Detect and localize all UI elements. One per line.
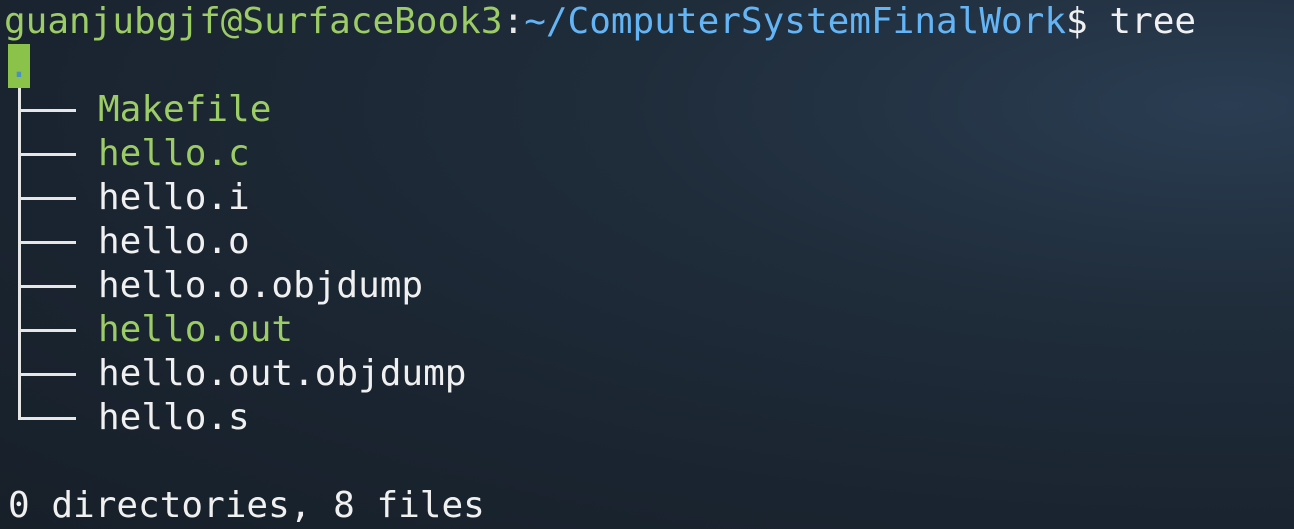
file-name: Makefile [98, 89, 272, 130]
tree-branch-line [18, 417, 76, 420]
prompt-command: tree [1087, 1, 1197, 42]
file-name: hello.i [98, 177, 250, 218]
prompt-dollar: $ [1066, 1, 1088, 42]
tree-branch-line [18, 241, 76, 244]
tree-branch-line [18, 329, 76, 332]
tree-summary: 0 directories, 8 files [8, 485, 485, 526]
file-name: hello.out.objdump [98, 353, 467, 394]
prompt-colon: : [502, 1, 525, 42]
prompt-user-host: guanjubgjf@SurfaceBook3 [4, 1, 503, 42]
tree-root-dot: . [8, 44, 30, 88]
file-name: hello.s [98, 397, 250, 438]
tree-branch-line [18, 197, 76, 200]
prompt-path: ~/ComputerSystemFinalWork [524, 1, 1067, 42]
tree-branch-line [18, 285, 76, 288]
tree-branch-line [18, 109, 76, 112]
file-name: hello.c [98, 133, 250, 174]
file-name: hello.o.objdump [98, 265, 424, 306]
tree-trunk-line [18, 88, 21, 420]
file-name: hello.out [98, 309, 294, 350]
terminal-window[interactable]: guanjubgjf@SurfaceBook3:~/ComputerSystem… [4, 0, 1290, 529]
prompt-line: guanjubgjf@SurfaceBook3:~/ComputerSystem… [4, 0, 1196, 44]
file-name: hello.o [98, 221, 250, 262]
tree-branch-line [18, 373, 76, 376]
tree-branch-line [18, 153, 76, 156]
